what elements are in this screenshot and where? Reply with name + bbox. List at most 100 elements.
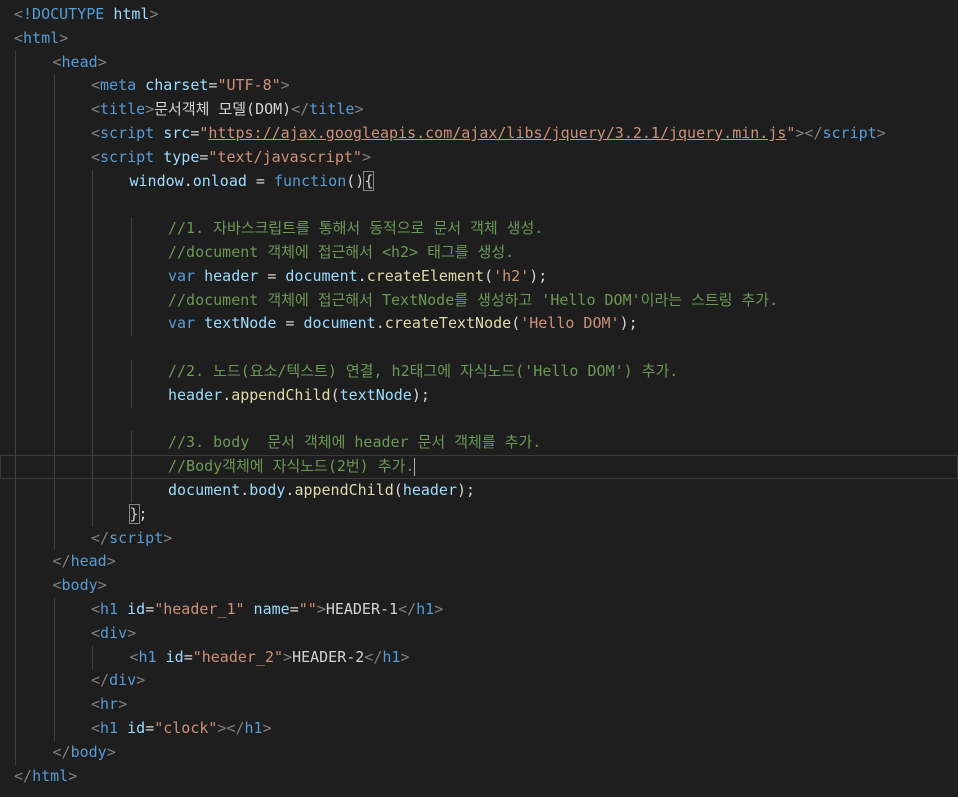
indent-guide: [15, 312, 16, 337]
code-line[interactable]: </body>: [0, 740, 958, 765]
code-token: html: [32, 766, 69, 785]
code-line[interactable]: var textNode = document.createTextNode('…: [0, 312, 958, 337]
indent-guide: [130, 264, 132, 289]
code-line[interactable]: <html>: [0, 27, 958, 51]
code-line[interactable]: <script type="text/javascript">: [0, 145, 958, 170]
code-token: //3. body 문서 객체에 header 문서 객체를 추가.: [168, 433, 542, 452]
indent-guide: [15, 574, 16, 598]
code-line[interactable]: //document 객체에 접근해서 TextNode를 생성하고 'Hell…: [0, 288, 958, 313]
code-line[interactable]: <script src="https://ajax.googleapis.com…: [0, 121, 958, 146]
code-line[interactable]: };: [0, 502, 958, 527]
indent-guide: [15, 359, 16, 384]
code-token: >: [127, 623, 137, 642]
code-line[interactable]: <!DOCUTYPE html>: [0, 3, 958, 27]
code-token: (: [393, 480, 403, 499]
indent-guide: [53, 98, 55, 122]
code-token: );: [529, 266, 548, 285]
code-line[interactable]: </html>: [0, 765, 958, 789]
code-line[interactable]: <meta charset="UTF-8">: [0, 74, 958, 99]
indent-guide: [53, 264, 55, 289]
code-token: =: [183, 647, 193, 666]
indent-guide: [53, 621, 55, 646]
code-token: >: [68, 766, 78, 785]
code-token: <: [91, 123, 101, 142]
code-line[interactable]: </script>: [0, 526, 958, 551]
code-token: >: [280, 76, 290, 95]
code-token: h1: [100, 718, 119, 737]
code-token: .: [357, 266, 367, 285]
code-token: h1: [138, 647, 157, 666]
indent-guide: [92, 502, 93, 527]
code-line[interactable]: [0, 336, 958, 360]
code-token: =: [289, 599, 299, 618]
code-token: id: [118, 599, 146, 618]
indent-guide: [53, 693, 55, 717]
indent-guide: [53, 383, 55, 408]
code-line[interactable]: [0, 407, 958, 432]
code-token: "UTF-8": [217, 76, 281, 95]
code-line[interactable]: <h1 id="header_2">HEADER-2</h1>: [0, 645, 958, 670]
code-line[interactable]: window.onload = function(){: [0, 169, 958, 194]
code-token: var: [168, 266, 196, 285]
indent-guide: [53, 478, 55, 503]
code-line[interactable]: <head>: [0, 50, 958, 75]
indent-guide: [53, 645, 55, 670]
code-token: name: [244, 599, 290, 618]
indent-guide: [53, 597, 55, 622]
code-token: head: [70, 552, 107, 571]
code-token: "": [298, 599, 317, 618]
code-line[interactable]: <div>: [0, 621, 958, 646]
indent-guide: [15, 264, 16, 289]
code-token: meta: [100, 76, 137, 95]
code-line[interactable]: //Body객체에 자식노드(2번) 추가.: [0, 455, 958, 479]
code-token: textNode: [195, 314, 277, 333]
indent-guide: [15, 383, 16, 408]
code-line[interactable]: //document 객체에 접근해서 <h2> 태그를 생성.: [0, 240, 958, 265]
code-token: header: [402, 480, 457, 499]
indent-guide: [92, 169, 93, 194]
code-line[interactable]: <body>: [0, 574, 958, 598]
code-token: </: [91, 528, 110, 547]
code-editor[interactable]: <!DOCUTYPE html> <html> <head> <meta charse…: [0, 0, 958, 797]
code-token: type: [154, 147, 200, 166]
indent-guide: [15, 526, 16, 551]
indent-guide: [15, 740, 16, 765]
code-line[interactable]: var header = document.createElement('h2'…: [0, 264, 958, 289]
code-line[interactable]: header.appendChild(textNode);: [0, 383, 958, 408]
code-line[interactable]: [0, 193, 958, 218]
indent-guide: [15, 621, 16, 646]
indent-guide: [15, 502, 16, 527]
text-cursor: [414, 457, 416, 476]
code-line[interactable]: //1. 자바스크립트를 통해서 동적으로 문서 객체 생성.: [0, 217, 958, 241]
indent-guide: [130, 312, 132, 337]
code-token: >: [400, 647, 410, 666]
code-line[interactable]: <hr>: [0, 693, 958, 717]
code-line[interactable]: //2. 노드(요소/텍스트) 연결, h2태그에 자식노드('Hello DO…: [0, 359, 958, 384]
code-token: <: [52, 52, 62, 71]
code-line[interactable]: <title>문서객체 모델(DOM)</title>: [0, 98, 958, 122]
code-line[interactable]: //3. body 문서 객체에 header 문서 객체를 추가.: [0, 431, 958, 456]
code-token: body: [70, 742, 107, 761]
indent-guide: [92, 264, 93, 289]
code-line[interactable]: </head>: [0, 550, 958, 575]
code-token: </: [364, 647, 383, 666]
indent-guide: [53, 455, 55, 479]
code-line[interactable]: <h1 id="header_1" name="">HEADER-1</h1>: [0, 597, 958, 622]
indent-guide: [53, 359, 55, 384]
code-token: HEADER-2: [292, 647, 365, 666]
indent-guide: [92, 455, 93, 479]
code-line[interactable]: <h1 id="clock"></h1>: [0, 716, 958, 741]
indent-guide: [92, 312, 93, 337]
indent-guide: [53, 716, 55, 741]
code-token: >: [361, 147, 371, 166]
indent-guide: [92, 217, 93, 241]
code-line[interactable]: document.body.appendChild(header);: [0, 478, 958, 503]
indent-guide: [130, 288, 132, 313]
code-token: 'h2': [493, 266, 530, 285]
code-token: {: [363, 170, 375, 191]
code-token: h1: [100, 599, 119, 618]
indent-guide: [15, 74, 16, 99]
code-line[interactable]: </div>: [0, 669, 958, 694]
code-token: <: [91, 695, 101, 714]
code-token: var: [168, 314, 196, 333]
